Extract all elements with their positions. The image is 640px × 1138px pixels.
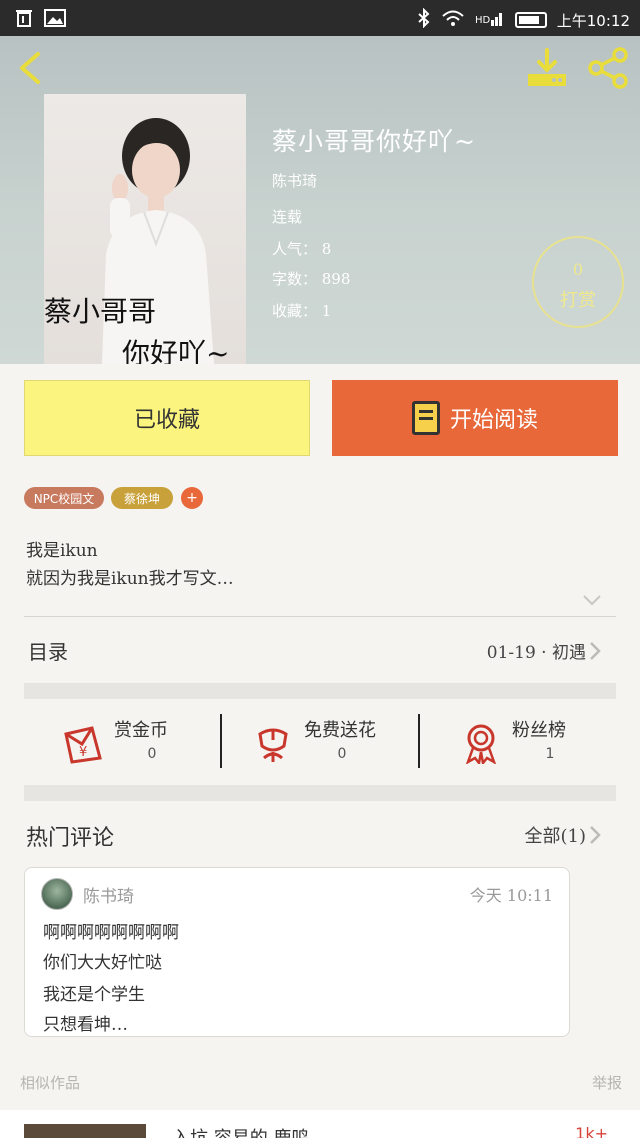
fans-ranking-stat[interactable]: 粉丝榜 1 [460,712,590,772]
trash-icon [14,8,34,32]
add-tag-button[interactable]: + [181,487,203,509]
coins-value: 0 [147,746,157,762]
red-envelope-icon: ¥ [64,726,102,764]
collected-button[interactable]: 已收藏 [24,380,310,456]
chevron-right-icon [588,640,602,662]
reward-label: 打赏 [560,290,596,311]
divider [24,616,616,617]
share-button[interactable] [586,46,632,90]
back-button[interactable] [10,48,50,88]
all-comments-label: 全部(1) [524,826,587,847]
svg-text:HD: HD [475,15,491,26]
expand-intro-button[interactable] [582,592,602,606]
image-icon [44,8,66,32]
book-header: 蔡小哥哥 你好吖~ 蔡小哥哥你好吖~ 陈书琦 连载 人气： 8 字数： 898 … [0,36,640,364]
section-separator [24,785,616,801]
tag-cai-xukun[interactable]: 蔡徐坤 [111,487,173,509]
collected-label: 已收藏 [133,408,200,433]
comment-username[interactable]: 陈书琦 [83,882,134,907]
comment-card[interactable]: 陈书琦 今天 10:11 啊啊啊啊啊啊啊啊 你们大大好忙哒 我还是个学生 只想看… [24,867,570,1037]
battery-icon [514,12,547,28]
book-word-count: 字数： 898 [272,270,351,288]
comment-time: 今天 10:11 [469,886,553,905]
section-separator [24,683,616,699]
similar-work-thumbnail[interactable] [24,1124,146,1138]
book-popularity: 人气： 8 [272,240,332,258]
similar-work-title[interactable]: 入坑 容易的 鹿鸣 [172,1124,309,1138]
tag-npc-campus[interactable]: NPC校园文 [24,487,104,509]
stat-divider [220,714,222,768]
coins-label: 赏金币 [114,720,168,741]
book-cover[interactable]: 蔡小哥哥 你好吖~ [44,94,246,364]
medal-icon [465,724,497,764]
svg-text:¥: ¥ [79,745,87,760]
download-icon [528,48,566,86]
flowers-value: 0 [337,746,347,762]
flower-icon [258,728,288,762]
fans-ranking-value: 1 [545,746,555,762]
toc-label: 目录 [28,640,68,664]
signal-icon: HD [475,8,505,32]
book-title: 蔡小哥哥你好吖~ [272,127,476,156]
status-bar: HD 上午10:12 [0,0,640,36]
start-reading-label: 开始阅读 [449,408,538,433]
comment-line: 我还是个学生 [43,985,145,1005]
intro-line-1: 我是ikun [26,541,98,561]
toc-latest-chapter: 01-19 · 初遇 [486,643,586,663]
wifi-icon [441,8,465,32]
comment-line: 你们大大好忙哒 [43,953,162,973]
reward-button[interactable]: 0 打赏 [532,236,624,328]
chevron-right-icon [588,824,602,846]
chevron-down-icon [583,595,601,606]
bluetooth-icon [417,7,431,32]
hot-comments-title: 热门评论 [26,826,115,851]
cover-title-line1: 蔡小哥哥 [44,295,157,328]
book-author[interactable]: 陈书琦 [272,170,317,191]
fans-ranking-label: 粉丝榜 [512,720,566,741]
comment-line: 只想看坤… [43,1015,128,1035]
share-icon [588,47,628,89]
coins-stat[interactable]: ¥ 赏金币 0 [62,712,192,772]
intro-line-2: 就因为我是ikun我才写文… [26,569,234,589]
avatar[interactable] [41,878,73,910]
book-collections: 收藏： 1 [272,302,332,320]
start-reading-button[interactable]: 开始阅读 [332,380,618,456]
comment-line: 啊啊啊啊啊啊啊啊 [43,923,179,943]
similar-works-label: 相似作品 [20,1074,81,1092]
reward-count: 0 [572,260,584,279]
stat-divider [418,714,420,768]
download-button[interactable] [524,46,570,90]
chevron-left-icon [20,52,40,84]
book-status: 连载 [272,208,303,226]
flowers-label: 免费送花 [304,720,376,741]
report-link[interactable]: 举报 [592,1072,622,1093]
book-icon [411,401,440,435]
flowers-stat[interactable]: 免费送花 0 [252,712,392,772]
status-time: 上午10:12 [556,11,630,30]
cover-title-line2: 你好吖~ [122,337,230,364]
similar-work-count: 1k+ [575,1124,608,1138]
